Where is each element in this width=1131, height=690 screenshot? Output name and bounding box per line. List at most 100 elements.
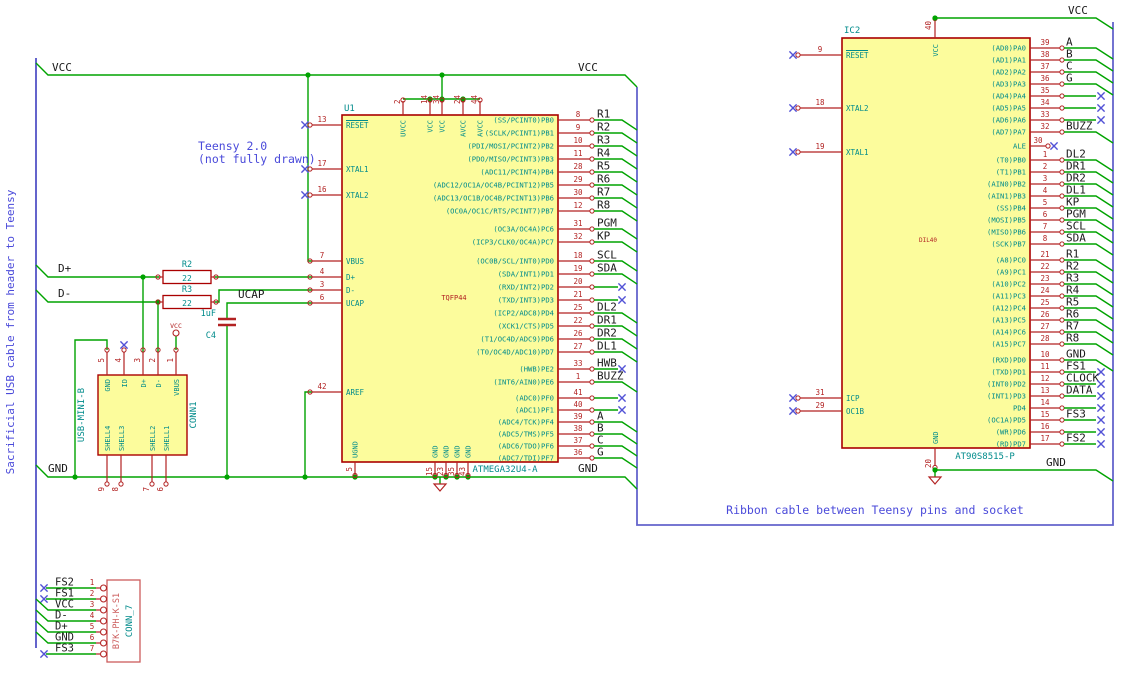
pin-number: 25 <box>573 303 582 312</box>
pin-number: 16 <box>317 185 327 194</box>
net-label: R2 <box>597 121 610 134</box>
pin-number: 32 <box>573 232 582 241</box>
pin-name: (INT1)PD3 <box>987 392 1026 401</box>
con1-ref: CONN1 <box>189 401 199 428</box>
pin-name: D+ <box>140 379 148 387</box>
pin-name: XTAL1 <box>846 148 869 157</box>
pin-name: RESET <box>346 121 369 130</box>
pin-name: (A15)PC7 <box>991 340 1026 349</box>
pin-number: 9 <box>576 123 581 132</box>
pin-number: 20 <box>924 459 933 469</box>
pin-name: (SS/PCINT0)PB0 <box>493 116 554 125</box>
net-label: R5 <box>597 160 610 173</box>
pin-name: (A9)PC1 <box>996 268 1026 277</box>
pin-name: (MISO)PB6 <box>987 228 1026 237</box>
net-label-dminus: D- <box>58 287 71 300</box>
pin-number: 3 <box>90 600 95 609</box>
pin-number: 12 <box>1040 374 1049 383</box>
pin-number: 14 <box>1040 398 1050 407</box>
pin-name: GND <box>465 445 473 458</box>
con1-value: USB-MINI-B <box>77 388 87 442</box>
pin-name: (ADC1)PF1 <box>515 406 554 415</box>
pin-number: 29 <box>815 401 824 410</box>
pin-number: 15 <box>425 467 434 476</box>
pin-number: 21 <box>1040 250 1049 259</box>
pin-number: 36 <box>1040 74 1050 83</box>
pin-name: (OC0B/SCL/INT0)PD0 <box>476 257 554 266</box>
pin-name: GND <box>432 445 440 458</box>
net-label: DL2 <box>597 301 617 314</box>
pin-number: 10 <box>1040 350 1050 359</box>
pin-number: 27 <box>573 342 582 351</box>
pin-name: XTAL2 <box>846 104 869 113</box>
pin-name: (SDA/INT1)PD1 <box>498 270 554 279</box>
pin-number: 8 <box>111 487 120 492</box>
pin-name: (A10)PC2 <box>991 280 1026 289</box>
pin-name: (AD0)PA0 <box>991 44 1026 53</box>
note-teensy-line1: Teensy 2.0 <box>198 139 267 153</box>
pin-name: (AD6)PA6 <box>991 116 1026 125</box>
pin-name: (HWB)PE2 <box>519 365 554 374</box>
pin-name: VBUS <box>346 257 365 266</box>
pin-name: (WR)PD6 <box>996 428 1026 437</box>
junction-dot <box>932 15 938 21</box>
pin-number: 30 <box>1033 136 1043 145</box>
pin-number: 23 <box>436 467 445 476</box>
pin-name: (PDI/MOSI/PCINT2)PB2 <box>467 142 554 151</box>
net-label-gnd-ic2: GND <box>1046 456 1066 469</box>
net-label: G <box>1066 72 1073 85</box>
pin-name: GND <box>104 379 112 392</box>
net-label: DATA <box>1066 384 1093 397</box>
power-flag-vcc-usb: VCC <box>170 322 182 330</box>
pin-number: 38 <box>1040 50 1050 59</box>
c4-ref: C4 <box>206 331 216 341</box>
conn7-ref: CONN_7 <box>125 605 135 638</box>
net-label: R8 <box>597 199 610 212</box>
net-label: FS3 <box>1066 408 1086 421</box>
pin-number: 31 <box>815 388 824 397</box>
pin-name: (OC1A)PD5 <box>987 416 1026 425</box>
pin-name: XTAL2 <box>346 191 369 200</box>
r2-value: 22 <box>182 274 192 283</box>
pin-name: (SS)PB4 <box>996 204 1026 213</box>
pin-number: 4 <box>320 267 325 276</box>
pin-number: 33 <box>573 359 582 368</box>
note-teensy-line2: (not fully drawn) <box>198 152 316 166</box>
conn7-value: B7K-PH-K-S1 <box>112 593 122 649</box>
pin-name: (TXD/INT3)PD3 <box>498 296 554 305</box>
pin-number: 40 <box>924 20 933 30</box>
pin-number: 32 <box>1040 122 1049 131</box>
pin-name: (ADC5/TMS)PF5 <box>498 430 554 439</box>
pin-number: 7 <box>142 487 151 492</box>
pin-number: 5 <box>345 467 354 472</box>
pin-name: (T0)PB0 <box>996 156 1026 165</box>
pin-number: 22 <box>1040 262 1049 271</box>
pin-name: (A12)PC4 <box>991 304 1026 313</box>
pin-number: 44 <box>470 94 479 104</box>
pin-name: AVCC <box>477 120 485 137</box>
pin-number: 18 <box>573 251 583 260</box>
pin-number: 19 <box>815 142 824 151</box>
pin-name: (OC3A/OC4A)PC6 <box>493 225 554 234</box>
pin-number: 27 <box>1040 322 1049 331</box>
pin-number: 16 <box>1040 422 1050 431</box>
pin-number: 18 <box>815 98 825 107</box>
pin-name: D+ <box>346 273 356 282</box>
pin-name: (AD2)PA2 <box>991 68 1026 77</box>
pin-name: (XCK1/CTS)PD5 <box>498 322 554 331</box>
c4-value: 1uF <box>201 309 216 319</box>
pin-name: XTAL1 <box>346 165 369 174</box>
pin-number: 13 <box>1040 386 1049 395</box>
pin-number: 28 <box>1040 334 1050 343</box>
pin-name: GND <box>932 431 940 444</box>
pin-number: 33 <box>1040 110 1049 119</box>
pin-name: (AD4)PA4 <box>991 92 1026 101</box>
pin-number: 21 <box>573 290 582 299</box>
r3-ref: R3 <box>182 285 192 295</box>
net-label-gnd-mid: GND <box>578 462 598 475</box>
pin-name: (ADC6/TDO)PF6 <box>498 442 554 451</box>
pin-number: 24 <box>1040 286 1050 295</box>
pin-number: 3 <box>1043 174 1048 183</box>
pin-name: GND <box>454 445 462 458</box>
pin-name: (ADC13/OC1B/OC4B/PCINT13)PB6 <box>433 194 554 203</box>
